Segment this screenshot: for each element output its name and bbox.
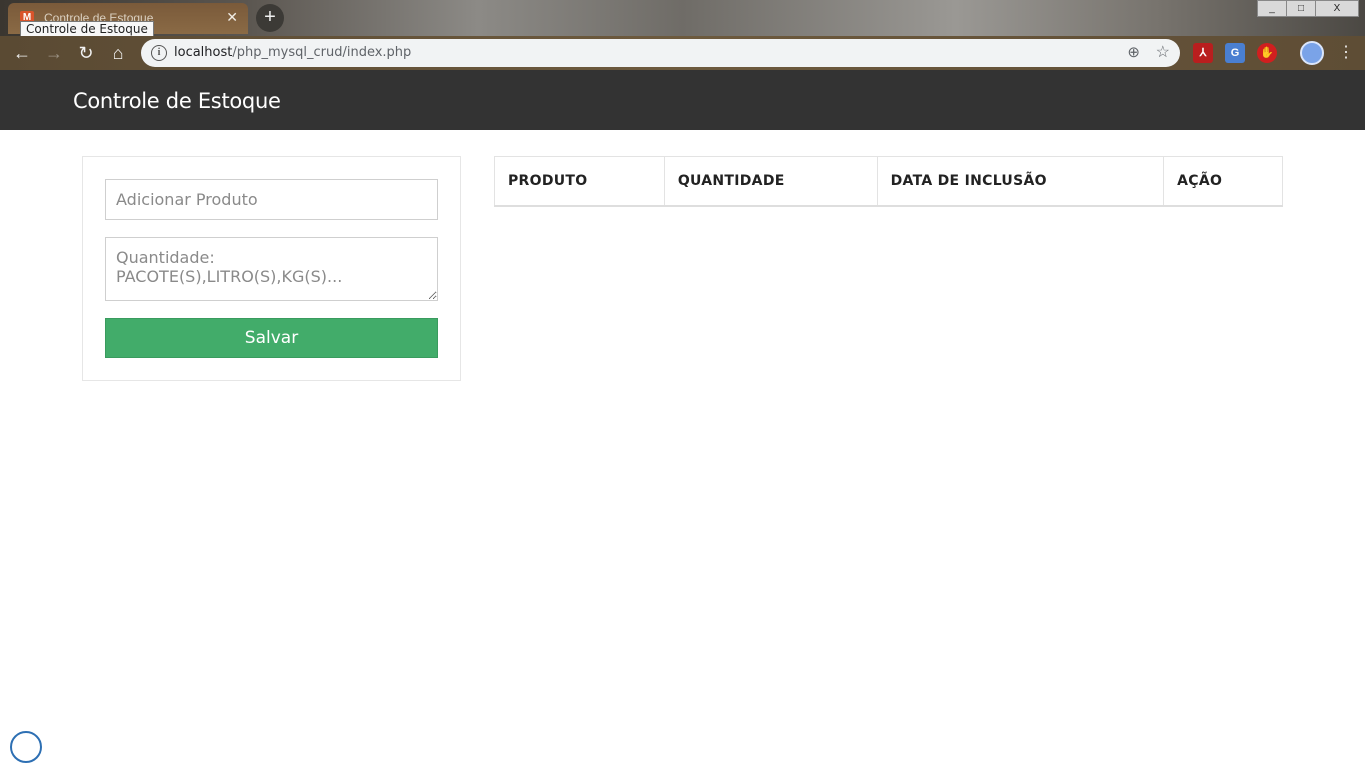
site-info-icon[interactable]: i [151, 45, 167, 61]
close-window-button[interactable]: X [1315, 0, 1359, 17]
column-header-quantidade: QUANTIDADE [664, 156, 878, 207]
home-icon[interactable]: ⌂ [107, 42, 129, 64]
plus-icon: + [264, 6, 276, 28]
reload-icon[interactable]: ↻ [75, 42, 97, 64]
back-arrow-icon[interactable]: ← [11, 42, 33, 64]
pdf-extension-icon[interactable]: ⅄ [1193, 43, 1213, 63]
url-text[interactable]: localhost/php_mysql_crud/index.php [174, 45, 411, 60]
navbar-brand[interactable]: Controle de Estoque [73, 89, 281, 113]
restore-button[interactable]: □ [1286, 0, 1316, 17]
profile-avatar-icon[interactable] [1300, 41, 1324, 65]
new-tab-button[interactable]: + [256, 4, 284, 32]
translate-extension-icon[interactable]: G [1225, 43, 1245, 63]
column-header-acao: AÇÃO [1163, 156, 1283, 207]
address-bar[interactable]: i localhost/php_mysql_crud/index.php ⊕ ☆ [141, 39, 1180, 67]
app-navbar: Controle de Estoque [0, 70, 1365, 130]
browser-toolbar: ← → ↻ ⌂ i localhost/php_mysql_crud/index… [0, 36, 1365, 70]
url-path: /php_mysql_crud/index.php [232, 45, 412, 60]
url-host: localhost [174, 45, 233, 60]
product-form-card: Salvar [82, 156, 461, 381]
browser-tab-strip: M Controle de Estoque ✕ + _ □ X [0, 0, 1365, 36]
close-tab-icon[interactable]: ✕ [226, 9, 238, 26]
bookmark-star-icon[interactable]: ☆ [1156, 42, 1170, 62]
minimize-button[interactable]: _ [1257, 0, 1287, 17]
window-controls: _ □ X [1257, 0, 1359, 18]
accessibility-icon[interactable] [10, 731, 42, 763]
save-button[interactable]: Salvar [105, 318, 438, 358]
product-name-input[interactable] [105, 179, 438, 220]
forward-arrow-icon[interactable]: → [43, 42, 65, 64]
zoom-icon[interactable]: ⊕ [1127, 43, 1140, 61]
browser-menu-icon[interactable]: ⋮ [1338, 42, 1354, 64]
quantity-textarea[interactable] [105, 237, 438, 301]
stock-table: PRODUTO QUANTIDADE DATA DE INCLUSÃO AÇÃO [494, 156, 1283, 207]
table-header-row: PRODUTO QUANTIDADE DATA DE INCLUSÃO AÇÃO [494, 156, 1283, 207]
column-header-produto: PRODUTO [494, 156, 665, 207]
adblock-extension-icon[interactable]: ✋ [1257, 43, 1277, 63]
column-header-data-inclusao: DATA DE INCLUSÃO [877, 156, 1165, 207]
